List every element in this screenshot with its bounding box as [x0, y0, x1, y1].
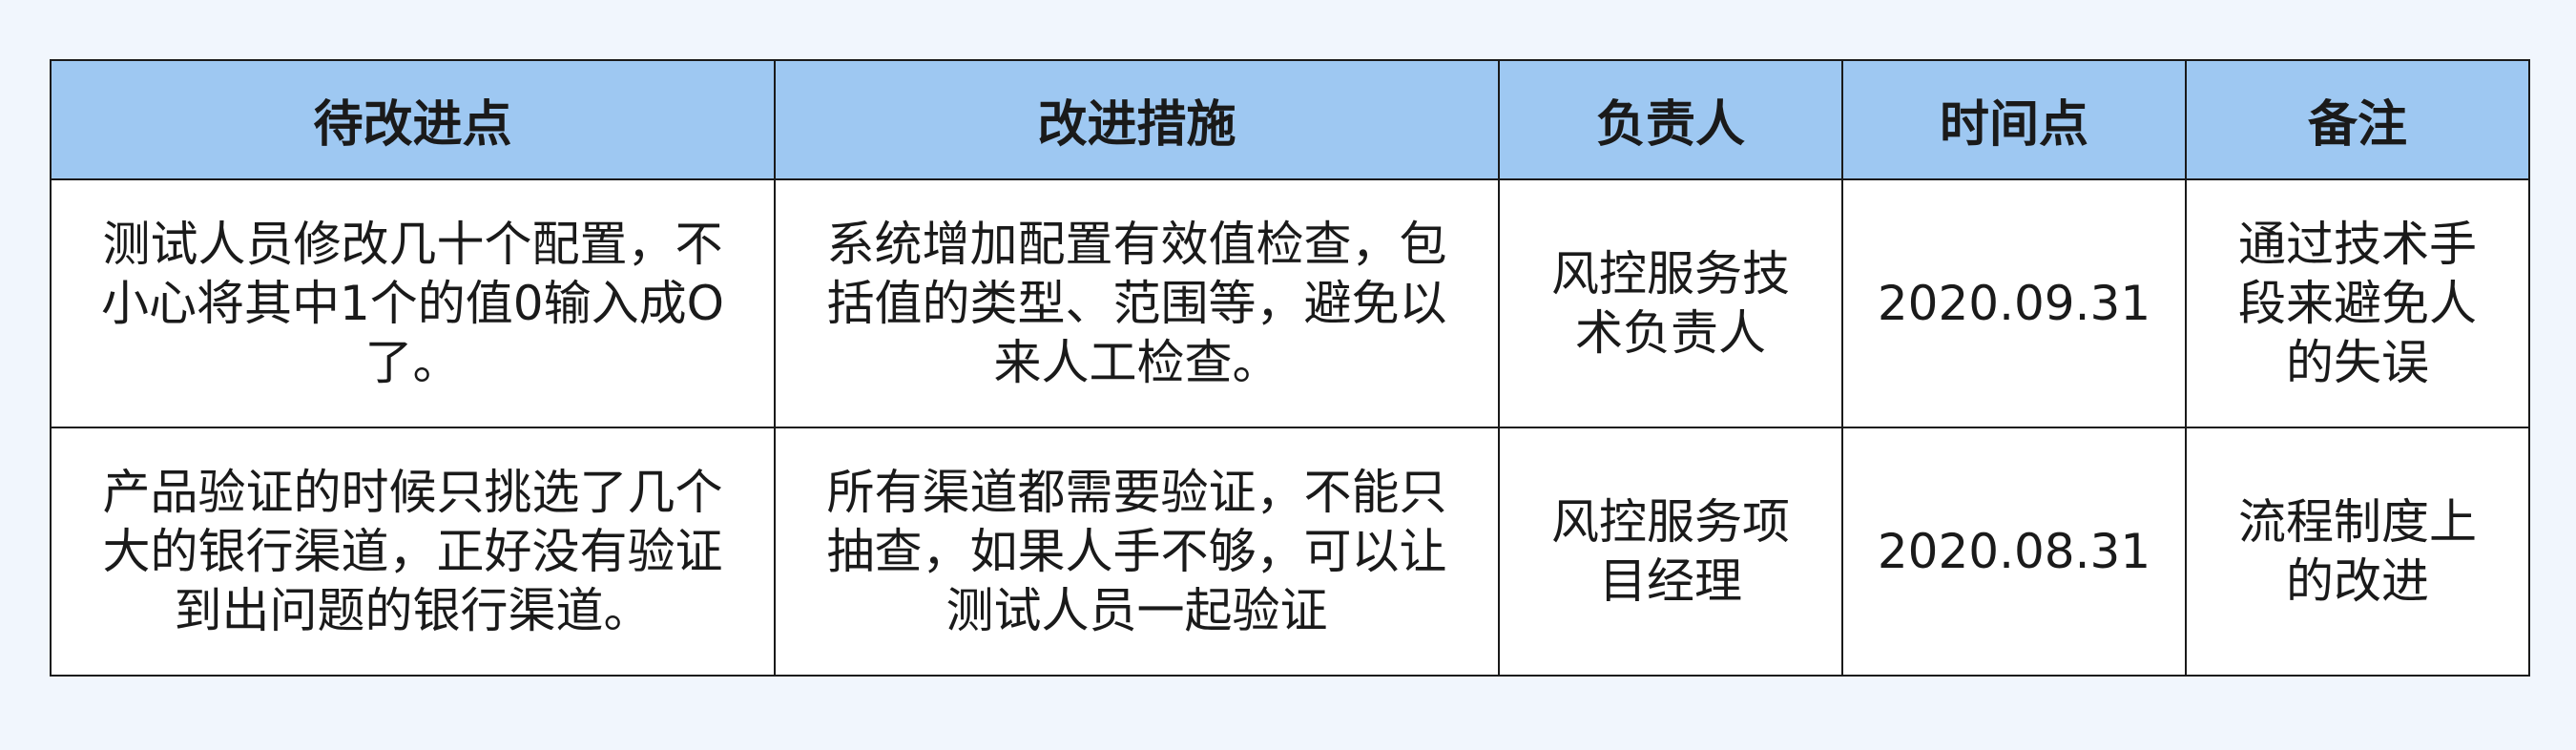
table-header-row: 待改进点 改进措施 负责人 时间点 备注: [50, 59, 2530, 180]
cell-note: 通过技术手段来避免人的失误: [2185, 178, 2530, 428]
table-row: 测试人员修改几十个配置，不小心将其中1个的值0输入成O了。 系统增加配置有效值检…: [50, 178, 2530, 428]
cell-date: 2020.09.31: [1841, 178, 2187, 428]
cell-issue: 测试人员修改几十个配置，不小心将其中1个的值0输入成O了。: [50, 178, 776, 428]
header-measure: 改进措施: [774, 59, 1500, 180]
header-date: 时间点: [1841, 59, 2187, 180]
cell-measure: 系统增加配置有效值检查，包括值的类型、范围等，避免以来人工检查。: [774, 178, 1500, 428]
cell-date: 2020.08.31: [1841, 427, 2187, 677]
table-row: 产品验证的时候只挑选了几个大的银行渠道，正好没有验证到出问题的银行渠道。 所有渠…: [50, 427, 2530, 677]
cell-owner: 风控服务项目经理: [1498, 427, 1843, 677]
improvement-table-container: 待改进点 改进措施 负责人 时间点 备注 测试人员修改几十个配置，不小心将其中1…: [50, 59, 2530, 677]
cell-owner: 风控服务技术负责人: [1498, 178, 1843, 428]
cell-note: 流程制度上的改进: [2185, 427, 2530, 677]
cell-issue: 产品验证的时候只挑选了几个大的银行渠道，正好没有验证到出问题的银行渠道。: [50, 427, 776, 677]
header-note: 备注: [2185, 59, 2530, 180]
header-issue: 待改进点: [50, 59, 776, 180]
improvement-table: 待改进点 改进措施 负责人 时间点 备注 测试人员修改几十个配置，不小心将其中1…: [50, 59, 2530, 677]
header-owner: 负责人: [1498, 59, 1843, 180]
cell-measure: 所有渠道都需要验证，不能只抽查，如果人手不够，可以让测试人员一起验证: [774, 427, 1500, 677]
